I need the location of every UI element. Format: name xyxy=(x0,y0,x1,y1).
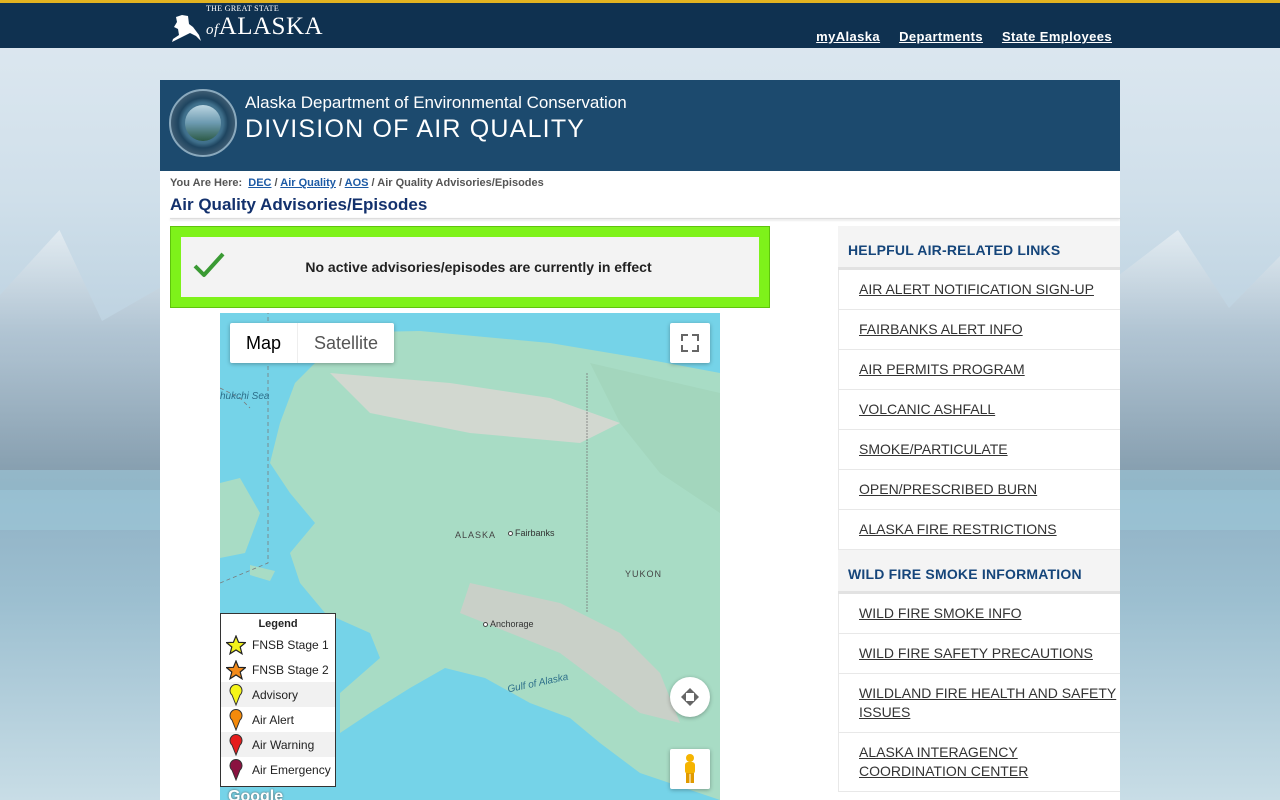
pin-icon xyxy=(225,708,247,731)
dec-seal-icon xyxy=(169,89,237,157)
sidebar-heading-helpful-links: HELPFUL AIR-RELATED LINKS xyxy=(838,226,1120,270)
helpful-links-list: AIR ALERT NOTIFICATION SIGN-UP FAIRBANKS… xyxy=(838,270,1120,550)
advisory-status-box: No active advisories/episodes are curren… xyxy=(170,226,770,308)
nav-state-employees-link[interactable]: State Employees xyxy=(1002,29,1112,44)
alaska-label: ALASKA xyxy=(455,530,497,540)
chukchi-sea-label: hukchi Sea xyxy=(220,391,270,402)
map-type-control: Map Satellite xyxy=(230,323,395,363)
legend-item-air-emergency: Air Emergency xyxy=(221,757,335,782)
advisory-map[interactable]: hukchi Sea ALASKA Fairbanks YUKON Anchor… xyxy=(220,313,720,800)
sidebar-item-wildfire-smoke-info: WILD FIRE SMOKE INFO xyxy=(839,594,1120,634)
legend-item-fnsb-stage-1: FNSB Stage 1 xyxy=(221,632,335,657)
fairbanks-label: Fairbanks xyxy=(508,528,555,538)
map-type-map-button[interactable]: Map xyxy=(230,323,297,363)
page-title: Air Quality Advisories/Episodes xyxy=(170,195,428,214)
breadcrumb: You Are Here: DEC / Air Quality / AOS / … xyxy=(170,177,544,189)
legend-item-advisory: Advisory xyxy=(221,682,335,707)
breadcrumb-current: Air Quality Advisories/Episodes xyxy=(377,177,544,189)
street-view-pegman-button[interactable] xyxy=(670,749,710,789)
main-panel: Alaska Department of Environmental Conse… xyxy=(160,80,1120,800)
pin-icon xyxy=(225,733,247,756)
alaska-map-icon xyxy=(172,15,201,42)
sidebar-item-fairbanks-alert: FAIRBANKS ALERT INFO xyxy=(839,310,1120,350)
title-divider xyxy=(170,218,1120,219)
state-of-alaska-logo[interactable]: THE GREAT STATE ofALASKA xyxy=(170,4,323,43)
sidebar-item-wildland-health: WILDLAND FIRE HEALTH AND SAFETY ISSUES xyxy=(839,674,1120,733)
legend-title: Legend xyxy=(258,618,298,630)
pin-icon xyxy=(225,683,247,706)
logo-tagline: THE GREAT STATE xyxy=(206,4,280,13)
star-icon xyxy=(225,634,247,656)
google-logo: Google xyxy=(228,788,284,800)
background-mountains-left xyxy=(0,230,170,490)
map-legend: Legend FNSB Stage 1 FNSB Stage 2 Advisor… xyxy=(220,613,336,787)
background-mountains-right xyxy=(1110,230,1280,490)
nav-myalaska-link[interactable]: myAlaska xyxy=(816,29,880,44)
sidebar-item-smoke-particulate: SMOKE/PARTICULATE xyxy=(839,430,1120,470)
camera-pan-control[interactable] xyxy=(670,677,710,717)
breadcrumb-aos-link[interactable]: AOS xyxy=(345,177,369,189)
map-type-satellite-button[interactable]: Satellite xyxy=(297,323,394,363)
sidebar-item-wildfire-safety: WILD FIRE SAFETY PRECAUTIONS xyxy=(839,634,1120,674)
division-banner: Alaska Department of Environmental Conse… xyxy=(160,80,1120,171)
breadcrumb-dec-link[interactable]: DEC xyxy=(248,177,271,189)
legend-item-air-warning: Air Warning xyxy=(221,732,335,757)
wildfire-links-list: WILD FIRE SMOKE INFO WILD FIRE SAFETY PR… xyxy=(838,594,1120,792)
sidebar-item-volcanic-ashfall: VOLCANIC ASHFALL xyxy=(839,390,1120,430)
advisory-message: No active advisories/episodes are curren… xyxy=(305,259,652,275)
sidebar-heading-wildfire-smoke: WILD FIRE SMOKE INFORMATION xyxy=(838,550,1120,594)
legend-item-fnsb-stage-2: FNSB Stage 2 xyxy=(221,657,335,682)
star-icon xyxy=(225,659,247,681)
sidebar-item-interagency-center: ALASKA INTERAGENCY COORDINATION CENTER xyxy=(839,733,1120,792)
pin-icon xyxy=(225,758,247,781)
state-top-bar: THE GREAT STATE ofALASKA myAlaska Depart… xyxy=(0,0,1280,48)
legend-item-air-alert: Air Alert xyxy=(221,707,335,732)
pegman-icon xyxy=(685,754,695,783)
sidebar-item-air-alert-signup: AIR ALERT NOTIFICATION SIGN-UP xyxy=(839,270,1120,310)
fullscreen-button[interactable] xyxy=(670,323,710,363)
sidebar: HELPFUL AIR-RELATED LINKS AIR ALERT NOTI… xyxy=(838,226,1120,792)
division-name: DIVISION OF AIR QUALITY xyxy=(245,115,586,143)
anchorage-label: Anchorage xyxy=(483,619,534,629)
sidebar-item-open-burn: OPEN/PRESCRIBED BURN xyxy=(839,470,1120,510)
breadcrumb-prefix: You Are Here: xyxy=(170,177,243,189)
department-name: Alaska Department of Environmental Conse… xyxy=(245,93,627,112)
yukon-label: YUKON xyxy=(625,569,663,579)
breadcrumb-air-quality-link[interactable]: Air Quality xyxy=(280,177,336,189)
top-navigation: myAlaska Departments State Employees xyxy=(816,29,1112,44)
nav-departments-link[interactable]: Departments xyxy=(899,29,983,44)
sidebar-item-air-permits: AIR PERMITS PROGRAM xyxy=(839,350,1120,390)
sidebar-item-fire-restrictions: ALASKA FIRE RESTRICTIONS xyxy=(839,510,1120,550)
